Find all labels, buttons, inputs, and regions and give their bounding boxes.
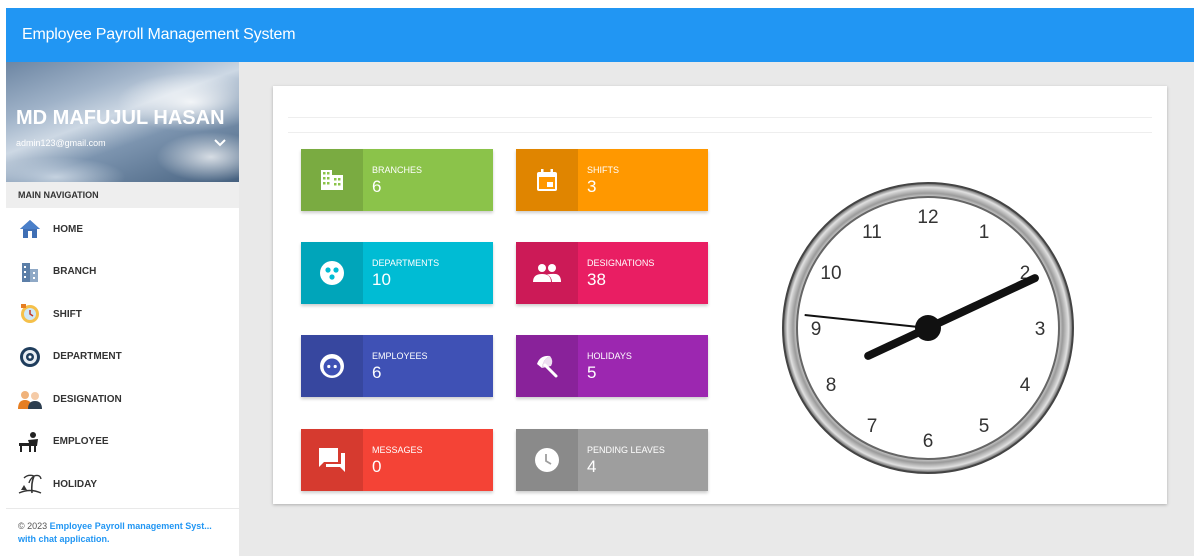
department-emblem-icon [17,346,43,368]
sidebar-item-employee[interactable]: EMPLOYEE [6,421,239,464]
info-box-label: MESSAGES [372,445,423,455]
sidebar-item-designation[interactable]: DESIGNATION [6,378,239,421]
sidebar-item-shift[interactable]: SHIFT [6,293,239,336]
info-box-number: 38 [587,270,606,289]
beach-icon [17,473,43,495]
info-box-number: 6 [372,363,382,382]
sidebar-item-label: DEPARTMENT [53,351,122,363]
divider [288,132,1152,133]
info-box-number: 4 [587,457,597,476]
app-title[interactable]: Employee Payroll Management System [22,26,296,44]
clock-numeral: 7 [867,416,878,437]
sidebar-item-label: SHIFT [53,308,82,320]
user-info-panel: MD MAFUJUL HASAN admin123@gmail.com [6,62,239,182]
main-content: BRANCHES 6 SHIFTS 3 DEPARTMENTS 10 DESIGNAT… [239,62,1194,556]
building-icon [17,261,43,283]
info-box-messages[interactable]: MESSAGES 0 [301,429,493,491]
clock-numeral: 1 [979,222,990,243]
sidebar-footer: © 2023 Employee Payroll management Syst.… [6,508,239,556]
top-navbar: Employee Payroll Management System [6,8,1194,62]
info-box-label: HOLIDAYS [587,351,632,361]
home-icon [17,218,43,240]
info-box-pending-leaves[interactable]: PENDING LEAVES 4 [516,429,708,491]
footer-link-continued[interactable]: with chat application. [18,534,110,544]
info-box-employees[interactable]: EMPLOYEES 6 [301,335,493,397]
copyright-text: © 2023 [18,521,48,531]
clock-numeral: 3 [1035,319,1046,340]
calendar-icon [516,149,578,211]
clock-face: 121234567891011 [782,182,1074,474]
sidebar-item-holiday[interactable]: HOLIDAY [6,463,239,506]
sidebar-item-label: HOME [53,223,83,235]
sidebar-item-department[interactable]: DEPARTMENT [6,336,239,379]
info-box-label: EMPLOYEES [372,351,428,361]
sky-cloud [6,157,126,182]
analog-clock: 12 1 2 3 4 5 6 7 8 9 10 11 [780,180,1076,481]
info-box-label: BRANCHES [372,165,423,175]
sidebar-item-home[interactable]: HOME [6,208,239,251]
info-box-departments[interactable]: DEPARTMENTS 10 [301,242,493,304]
info-box-label: DESIGNATIONS [587,258,655,268]
info-box-number: 0 [372,457,382,476]
footer-link[interactable]: Employee Payroll management Syst... [50,521,212,531]
sidebar-item-label: HOLIDAY [53,478,98,490]
clock-numeral: 5 [979,416,990,437]
people-icon [17,388,43,410]
face-icon [301,335,363,397]
clock-center-pin [915,315,941,341]
beach-umbrella-icon [516,335,578,397]
clock-calendar-icon [17,303,43,325]
clock-numeral: 8 [826,375,837,396]
user-email: admin123@gmail.com [16,138,106,148]
chat-icon [301,429,363,491]
sidebar-item-label: DESIGNATION [53,393,122,405]
sidebar: MD MAFUJUL HASAN admin123@gmail.com MAIN… [6,62,239,556]
clock-numeral: 10 [820,263,841,284]
sidebar-item-branch[interactable]: BRANCH [6,251,239,294]
sidebar-item-label: EMPLOYEE [53,436,109,448]
info-box-holidays[interactable]: HOLIDAYS 5 [516,335,708,397]
clock-numeral: 6 [923,431,934,452]
people-icon [516,242,578,304]
clock-icon [516,429,578,491]
chevron-down-icon[interactable] [214,135,226,150]
info-box-shifts[interactable]: SHIFTS 3 [516,149,708,211]
info-box-label: DEPARTMENTS [372,258,440,268]
info-box-label: SHIFTS [587,165,620,175]
dashboard-card: BRANCHES 6 SHIFTS 3 DEPARTMENTS 10 DESIGNAT… [273,86,1167,504]
info-box-number: 6 [372,177,382,196]
info-box-number: 10 [372,270,391,289]
info-box-number: 3 [587,177,597,196]
clock-numeral: 9 [811,319,822,340]
info-box-designations[interactable]: DESIGNATIONS 38 [516,242,708,304]
info-box-label: PENDING LEAVES [587,445,665,455]
info-box-number: 5 [587,363,597,382]
info-box-branches[interactable]: BRANCHES 6 [301,149,493,211]
sky-cloud [156,132,239,182]
sidebar-item-label: BRANCH [53,266,97,278]
nav-header: MAIN NAVIGATION [6,182,239,208]
worker-desk-icon [17,431,43,453]
clock-numeral: 12 [917,207,938,228]
divider [288,117,1152,118]
clock-numeral: 4 [1020,375,1031,396]
user-name: MD MAFUJUL HASAN [16,107,225,129]
clock-numeral: 11 [862,222,882,243]
domain-icon [301,149,363,211]
group-circle-icon [301,242,363,304]
